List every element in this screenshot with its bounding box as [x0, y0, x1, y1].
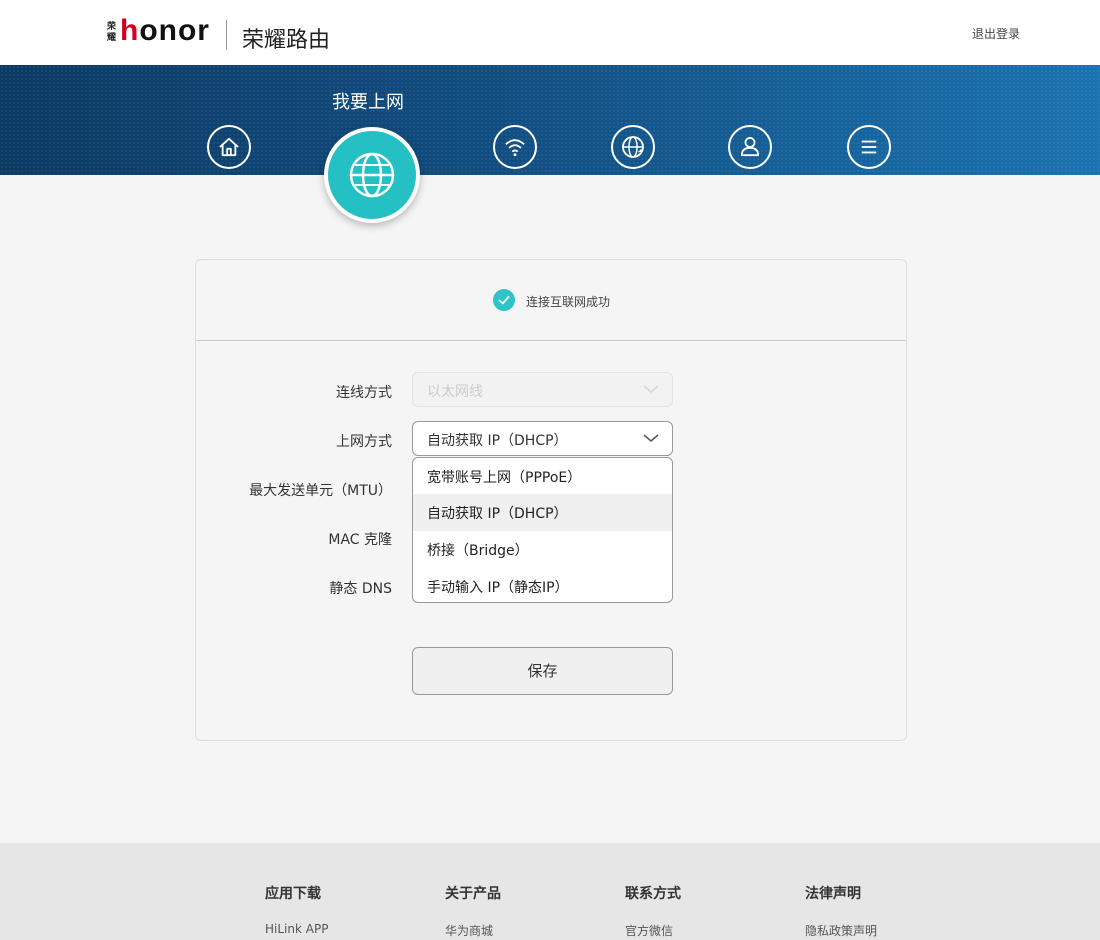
footer-column-about-product: 关于产品 华为商城 — [445, 883, 501, 939]
nav-wifi-icon[interactable] — [493, 125, 537, 169]
check-icon — [493, 289, 515, 311]
top-bar: 荣 耀 honor 荣耀路由 退出登录 — [0, 0, 1100, 65]
footer-heading: 关于产品 — [445, 886, 501, 902]
chevron-down-icon — [643, 434, 659, 442]
home-icon — [219, 137, 239, 157]
internet-type-dropdown: 宽带账号上网（PPPoE） 自动获取 IP（DHCP） 桥接（Bridge） 手… — [412, 457, 673, 603]
footer-column-contact: 联系方式 官方微信 — [625, 883, 681, 939]
menu-icon — [861, 140, 877, 154]
save-button[interactable]: 保存 — [412, 647, 673, 695]
internet-type-value: 自动获取 IP（DHCP） — [427, 433, 568, 449]
internet-type-select[interactable]: 自动获取 IP（DHCP） — [412, 421, 673, 456]
mac-clone-label: MAC 克隆 — [328, 532, 392, 548]
option-bridge[interactable]: 桥接（Bridge） — [413, 531, 672, 568]
mtu-label: 最大发送单元（MTU） — [249, 483, 392, 499]
user-icon — [740, 136, 760, 157]
footer-link-hilink-app[interactable]: HiLink APP — [265, 922, 328, 936]
static-dns-label: 静态 DNS — [329, 581, 392, 597]
footer-heading: 应用下载 — [265, 886, 321, 902]
footer-link-vmall[interactable]: 华为商城 — [445, 922, 501, 939]
nav-home-icon[interactable] — [207, 125, 251, 169]
nav-menu-icon[interactable] — [847, 125, 891, 169]
connection-type-select: 以太网线 — [412, 372, 673, 407]
footer-column-legal: 法律声明 隐私政策声明 — [805, 883, 877, 939]
honor-logo-mark: 荣 耀 — [107, 22, 119, 46]
footer-heading: 联系方式 — [625, 886, 681, 902]
active-nav-title: 我要上网 — [332, 92, 404, 113]
footer-link-wechat[interactable]: 官方微信 — [625, 922, 681, 939]
honor-logo-text: honor — [120, 14, 210, 48]
wifi-icon — [505, 139, 525, 157]
banner-pattern — [0, 65, 1100, 175]
internet-type-label: 上网方式 — [336, 434, 392, 450]
footer-column-app-download: 应用下载 HiLink APP — [265, 883, 328, 936]
globe-icon — [349, 152, 395, 198]
option-static-ip[interactable]: 手动输入 IP（静态IP） — [413, 568, 672, 602]
connection-type-value: 以太网线 — [427, 384, 483, 400]
logout-link[interactable]: 退出登录 — [972, 25, 1020, 42]
network-settings-icon — [622, 136, 644, 158]
logo-text-rest: onor — [139, 14, 210, 47]
chevron-down-icon — [643, 385, 659, 393]
footer-link-privacy[interactable]: 隐私政策声明 — [805, 922, 877, 939]
logo-text-h: h — [120, 14, 140, 47]
logo-mark-char-2: 耀 — [107, 33, 117, 43]
connection-status: 连接互联网成功 — [196, 260, 906, 341]
nav-user-icon[interactable] — [728, 125, 772, 169]
connection-type-label: 连线方式 — [336, 385, 392, 401]
footer-heading: 法律声明 — [805, 886, 861, 902]
internet-settings-card: 连接互联网成功 连线方式 以太网线 上网方式 自动获取 IP（DHCP） 最大发… — [195, 259, 907, 741]
logo-mark-char-1: 荣 — [107, 22, 117, 32]
nav-internet-icon-active[interactable] — [324, 127, 420, 223]
status-text: 连接互联网成功 — [526, 295, 611, 309]
logo-divider — [226, 20, 227, 50]
nav-network-settings-icon[interactable] — [611, 125, 655, 169]
option-pppoe[interactable]: 宽带账号上网（PPPoE） — [413, 458, 672, 495]
product-title: 荣耀路由 — [242, 28, 331, 53]
nav-banner: 我要上网 — [0, 65, 1100, 223]
footer: 应用下载 HiLink APP 关于产品 华为商城 联系方式 官方微信 法律声明… — [0, 843, 1100, 940]
option-dhcp[interactable]: 自动获取 IP（DHCP） — [413, 494, 672, 531]
